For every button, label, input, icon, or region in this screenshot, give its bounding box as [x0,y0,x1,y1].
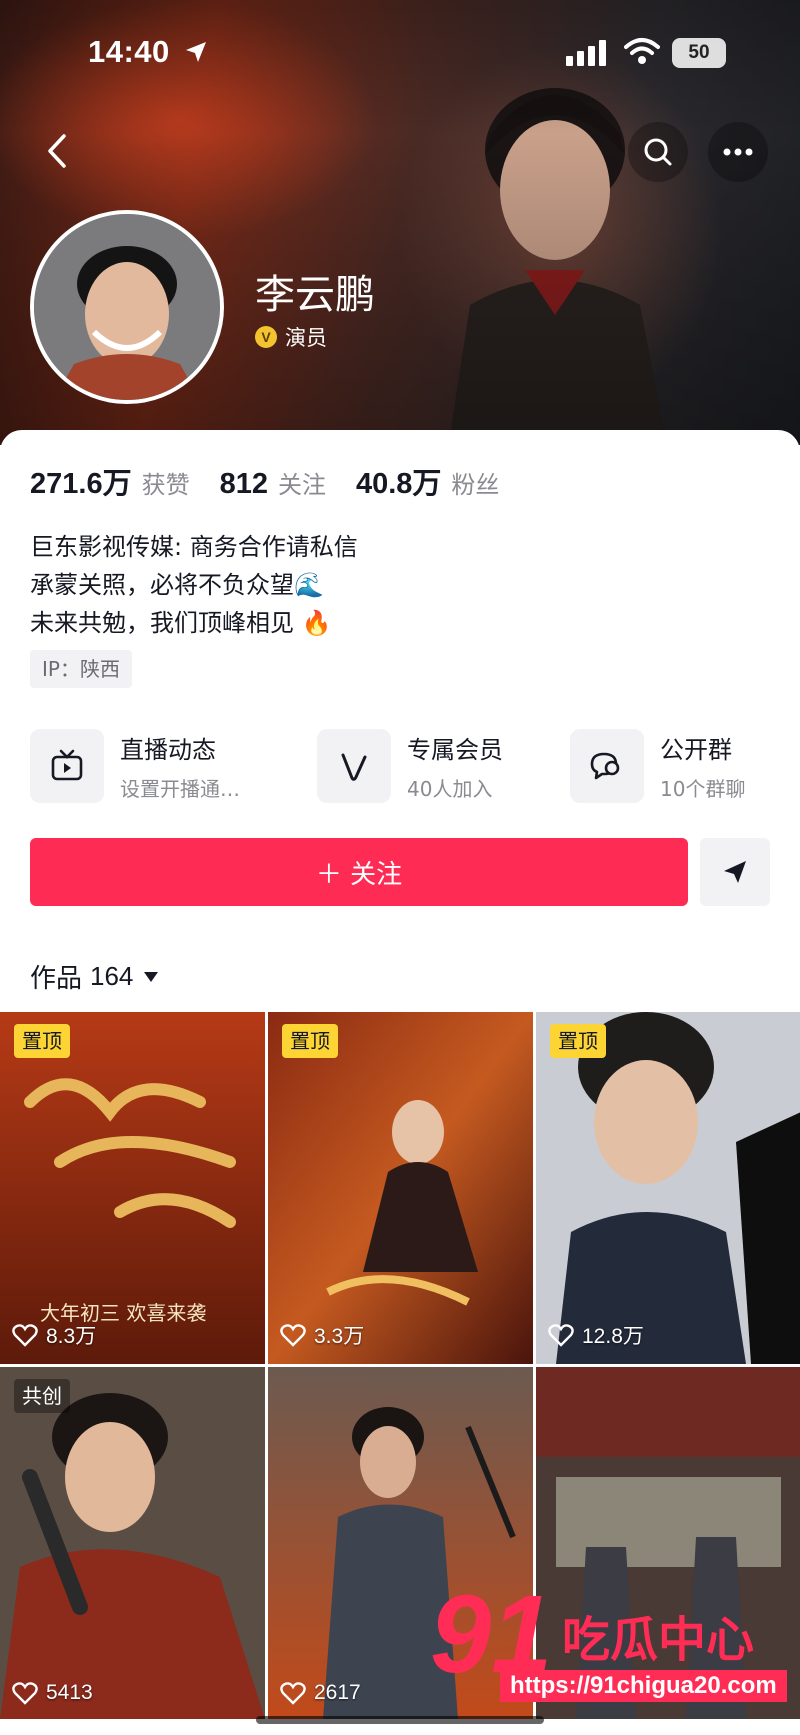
search-button[interactable] [628,122,688,182]
like-count-value: 3.3万 [314,1325,365,1348]
follow-button[interactable]: ＋ 关注 [30,838,688,906]
pinned-badge: 置顶 [282,1024,338,1058]
back-arrow-icon[interactable] [38,128,78,174]
more-dots-icon [723,148,753,156]
avatar[interactable] [30,210,224,404]
profile-bio: 巨东影视传媒: 商务合作请私信 承蒙关照，必将不负众望🌊 未来共勉，我们顶峰相见… [30,528,358,642]
search-icon [644,138,672,166]
stat-likes-label: 获赞 [141,471,190,499]
stat-likes-value: 271.6万 [30,468,132,500]
stat-likes[interactable]: 271.6万 获赞 [30,460,190,502]
bio-line: 承蒙关照，必将不负众望🌊 [30,571,324,599]
feature-shortcuts: 直播动态 设置开播通… 专属会员 40人加入 公开群 10个群聊 [30,726,780,806]
like-count: 2617 [280,1681,361,1705]
site-watermark: 91 吃瓜中心 https://91chigua20.com [430,1580,787,1720]
co-creation-badge: 共创 [14,1379,70,1413]
stat-followers[interactable]: 40.8万 粉丝 [356,460,499,502]
v-member-icon [341,753,367,781]
stat-following-label: 关注 [277,471,326,499]
works-count: 164 [90,961,134,991]
video-thumbnail [268,1012,533,1364]
send-arrow-icon [724,861,746,883]
chat-group-icon [590,752,620,780]
stat-following-value: 812 [219,468,268,500]
feature-title: 直播动态 [120,736,216,764]
feature-icon-box [317,729,391,803]
heart-icon [12,1682,38,1705]
tab-works[interactable]: 作品 164 [30,958,159,995]
feature-subtitle: 10个群聊 [660,777,746,801]
heart-icon [548,1324,574,1347]
video-tile[interactable]: 置顶 大年初三 欢喜来袭 8.3万 [0,1012,265,1364]
more-button[interactable] [708,122,768,182]
verified-v-icon: V [255,326,277,348]
status-bar: 14:40 50 [0,0,800,110]
feature-icon-box [570,729,644,803]
like-count-value: 12.8万 [582,1325,644,1348]
feature-title: 公开群 [660,736,732,764]
video-tile[interactable]: 置顶 12.8万 [536,1012,800,1364]
feature-subtitle: 设置开播通… [120,777,240,801]
stat-followers-value: 40.8万 [355,468,442,500]
like-count: 8.3万 [12,1320,96,1350]
signal-icon [566,40,606,66]
profile-name: 李云鹏 [255,272,375,318]
feature-public-group[interactable]: 公开群 10个群聊 [570,726,745,806]
feature-icon-box [30,729,104,803]
like-count: 5413 [12,1681,93,1705]
tv-icon [51,749,83,781]
battery-indicator: 50 [672,38,726,68]
stat-followers-label: 粉丝 [451,471,500,499]
video-tile[interactable]: 共创 5413 [0,1367,265,1719]
ip-location-tag: IP：陕西 [30,650,132,688]
pinned-badge: 置顶 [550,1024,606,1058]
like-count: 12.8万 [548,1320,644,1350]
like-count-value: 5413 [46,1681,93,1704]
like-count-value: 8.3万 [46,1325,97,1348]
pinned-badge: 置顶 [14,1024,70,1058]
feature-subtitle: 40人加入 [407,777,493,801]
like-count: 3.3万 [280,1320,364,1350]
home-indicator [256,1716,544,1724]
verification-row: V 演员 [255,322,327,352]
profile-card: 271.6万 获赞 812 关注 40.8万 粉丝 巨东影视传媒: 商务合作请私… [0,430,800,1735]
watermark-url: https://91chigua20.com [500,1670,787,1702]
caret-down-icon [144,971,159,982]
bio-line: 未来共勉，我们顶峰相见 🔥 [30,609,332,637]
bio-line: 巨东影视传媒: 商务合作请私信 [30,533,358,561]
feature-live-updates[interactable]: 直播动态 设置开播通… [30,726,240,806]
works-label: 作品 [30,964,83,994]
avatar-portrait [34,214,220,400]
feature-title: 专属会员 [407,736,503,764]
feature-exclusive-member[interactable]: 专属会员 40人加入 [317,726,503,806]
video-thumbnail [0,1367,265,1719]
heart-icon [280,1682,306,1705]
watermark-text: 吃瓜中心 [562,1612,755,1668]
video-thumbnail [536,1012,800,1364]
heart-icon [12,1324,38,1347]
video-tile[interactable]: 置顶 3.3万 [268,1012,533,1364]
status-time: 14:40 [88,34,170,69]
stat-following[interactable]: 812 关注 [220,465,326,501]
heart-icon [280,1324,306,1347]
like-count-value: 2617 [314,1681,361,1704]
location-arrow-icon [186,42,206,62]
verification-label: 演员 [285,326,327,350]
cover-figure [450,88,665,435]
share-button[interactable] [700,838,770,906]
profile-stats: 271.6万 获赞 812 关注 40.8万 粉丝 [30,460,529,502]
wifi-icon [624,38,660,64]
